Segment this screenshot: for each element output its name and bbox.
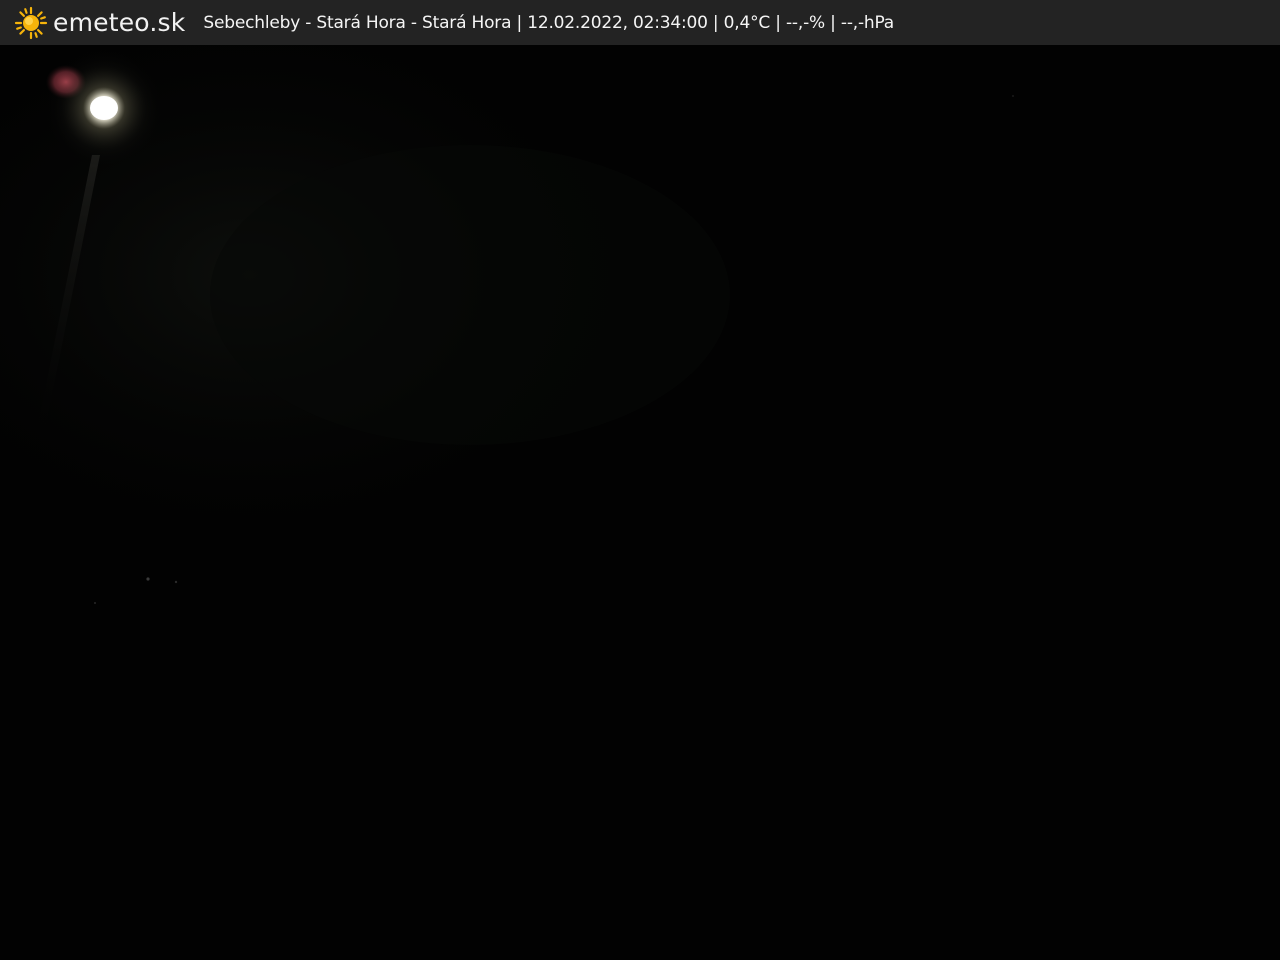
webcam-frame: emeteo.sk Sebechleby - Stará Hora - Star…	[0, 0, 1280, 960]
distant-light	[146, 577, 150, 581]
emeteo-logo[interactable]: emeteo.sk	[14, 0, 185, 45]
distant-light	[174, 580, 178, 584]
night-webcam-image	[0, 45, 1280, 960]
distant-light	[93, 601, 97, 605]
webcam-image	[0, 45, 1280, 960]
info-bar: emeteo.sk Sebechleby - Stará Hora - Star…	[0, 0, 1280, 45]
street-lamp	[90, 96, 118, 120]
weather-caption: Sebechleby - Stará Hora - Stará Hora | 1…	[203, 12, 894, 33]
brand-name: emeteo.sk	[53, 8, 186, 37]
distant-light	[1012, 95, 1014, 97]
sun-icon	[14, 6, 48, 39]
